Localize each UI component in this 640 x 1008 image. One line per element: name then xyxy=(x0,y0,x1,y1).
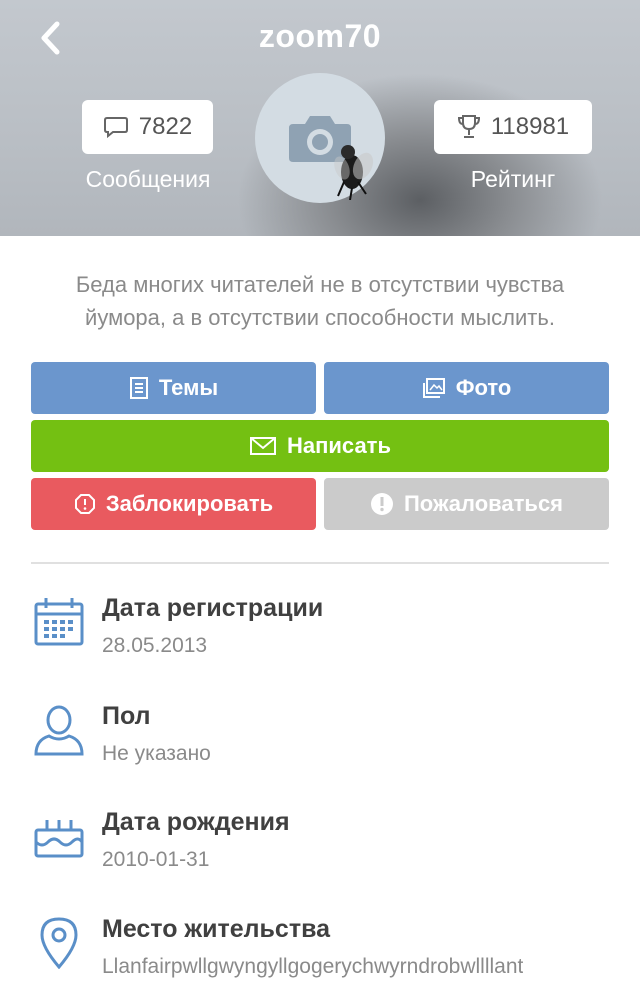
gender-value: Не указано xyxy=(102,742,211,765)
report-button[interactable]: Пожаловаться xyxy=(324,478,609,530)
calendar-icon xyxy=(34,598,84,646)
info-row-birthday: Дата рождения 2010-01-31 xyxy=(0,808,640,898)
document-icon xyxy=(129,377,148,399)
registration-date-title: Дата регистрации xyxy=(102,594,324,622)
info-row-gender: Пол Не указано xyxy=(0,702,640,792)
themes-button[interactable]: Темы xyxy=(31,362,316,414)
envelope-icon xyxy=(250,437,276,455)
quote-line-2: йумора, а в отсутствии способности мысли… xyxy=(85,305,555,330)
photo-button[interactable]: Фото xyxy=(324,362,609,414)
info-row-location: Место жительства Llanfairpwllgwyngyllgog… xyxy=(0,915,640,1005)
photo-gallery-icon xyxy=(422,378,445,398)
birthday-value: 2010-01-31 xyxy=(102,848,210,871)
write-label: Написать xyxy=(287,433,391,458)
exclamation-circle-icon xyxy=(370,493,393,515)
location-pin-icon xyxy=(40,917,78,969)
rating-count: 118981 xyxy=(490,113,570,140)
profile-status-quote: Беда многих читателей не в отсутствии чу… xyxy=(0,268,640,334)
speech-bubble-icon xyxy=(103,117,128,139)
location-title: Место жительства xyxy=(102,915,331,943)
rating-label: Рейтинг xyxy=(470,166,556,192)
registration-date-value: 28.05.2013 xyxy=(102,634,208,657)
info-row-registration-date: Дата регистрации 28.05.2013 xyxy=(0,594,640,684)
trophy-icon xyxy=(457,115,480,138)
rating-stat[interactable]: 118981 xyxy=(434,100,592,154)
divider xyxy=(31,562,609,564)
location-value: Llanfairpwllgwyngyllgogerychwyrndrobwlll… xyxy=(102,955,524,978)
block-octagon-icon xyxy=(74,494,95,514)
report-label: Пожаловаться xyxy=(403,491,564,516)
quote-line-1: Беда многих читателей не в отсутствии чу… xyxy=(75,272,565,297)
username-title: zoom70 xyxy=(258,18,382,54)
messages-count: 7822 xyxy=(138,113,193,140)
themes-label: Темы xyxy=(158,375,219,400)
gender-title: Пол xyxy=(102,702,151,730)
messages-label: Сообщения xyxy=(85,166,211,192)
fly-image xyxy=(334,145,374,200)
write-message-button[interactable]: Написать xyxy=(31,420,609,472)
block-user-button[interactable]: Заблокировать xyxy=(31,478,316,530)
cake-icon xyxy=(34,820,84,858)
messages-stat[interactable]: 7822 xyxy=(82,100,213,154)
person-icon xyxy=(34,705,84,756)
birthday-title: Дата рождения xyxy=(102,808,290,836)
block-label: Заблокировать xyxy=(105,491,274,516)
photo-label: Фото xyxy=(455,375,512,400)
profile-header: zoom70 7822 Сообщения 118981 Рейтинг xyxy=(0,0,640,236)
